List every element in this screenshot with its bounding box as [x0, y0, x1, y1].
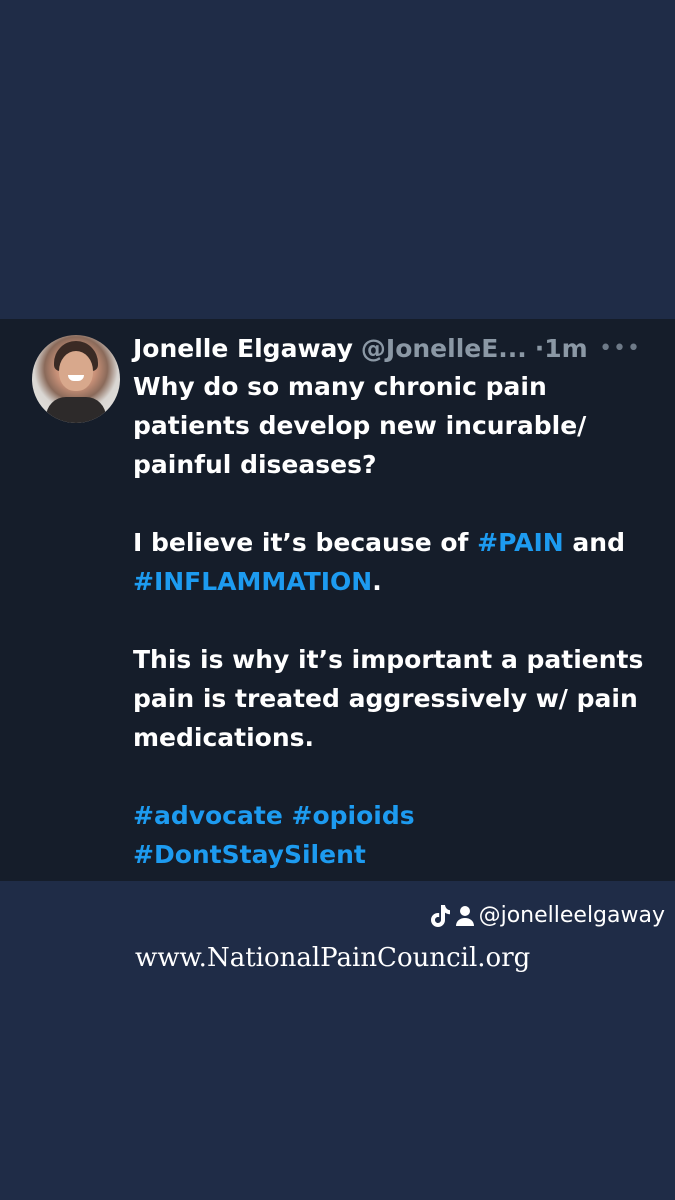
tweet-timestamp[interactable]: 1m [544, 334, 587, 363]
tweet-paragraph: #advocate #opioids #DontStaySilent [133, 796, 658, 874]
person-icon [455, 906, 474, 926]
tweet-paragraph: Why do so many chronic pain patients dev… [133, 367, 658, 484]
tweet-paragraph: This is why it’s important a patients pa… [133, 640, 658, 757]
hashtag-inflammation[interactable]: #INFLAMMATION [133, 567, 372, 596]
tweet-text-segment: I believe it’s because of [133, 528, 478, 557]
tweet-text-segment [283, 801, 292, 830]
tweet-text-segment: This is why it’s important a patients pa… [133, 645, 644, 752]
tweet-text-segment: Why do so many chronic pain patients dev… [133, 372, 587, 479]
tweet-paragraph: I believe it’s because of #PAIN and #INF… [133, 523, 658, 601]
hashtag-pain[interactable]: #PAIN [477, 528, 564, 557]
header-separator: · [534, 334, 545, 363]
tweet-header: Jonelle Elgaway @JonelleE... ·1m [133, 328, 663, 370]
tweet-text-segment: . [372, 567, 382, 596]
author-display-name[interactable]: Jonelle Elgaway [133, 334, 353, 363]
hashtag-dontstaysilent[interactable]: #DontStaySilent [133, 840, 366, 869]
tweet-text: Why do so many chronic pain patients dev… [133, 367, 658, 874]
avatar-face [59, 351, 93, 391]
avatar-shirt [46, 397, 106, 423]
author-handle[interactable]: @JonelleE... [361, 334, 527, 363]
avatar[interactable] [32, 335, 120, 423]
more-horizontal-icon[interactable]: ••• [599, 328, 641, 370]
tweet-card[interactable]: Jonelle Elgaway @JonelleE... ·1m ••• Why… [0, 319, 675, 881]
tweet-text-segment: and [563, 528, 625, 557]
website-url[interactable]: www.NationalPainCouncil.org [135, 938, 530, 978]
hashtag-opioids[interactable]: #opioids [292, 801, 415, 830]
tiktok-handle[interactable]: @jonelleelgaway [479, 898, 665, 934]
hashtag-advocate[interactable]: #advocate [133, 801, 283, 830]
social-credit: @jonelleelgaway [429, 898, 665, 934]
tiktok-icon [430, 905, 450, 927]
